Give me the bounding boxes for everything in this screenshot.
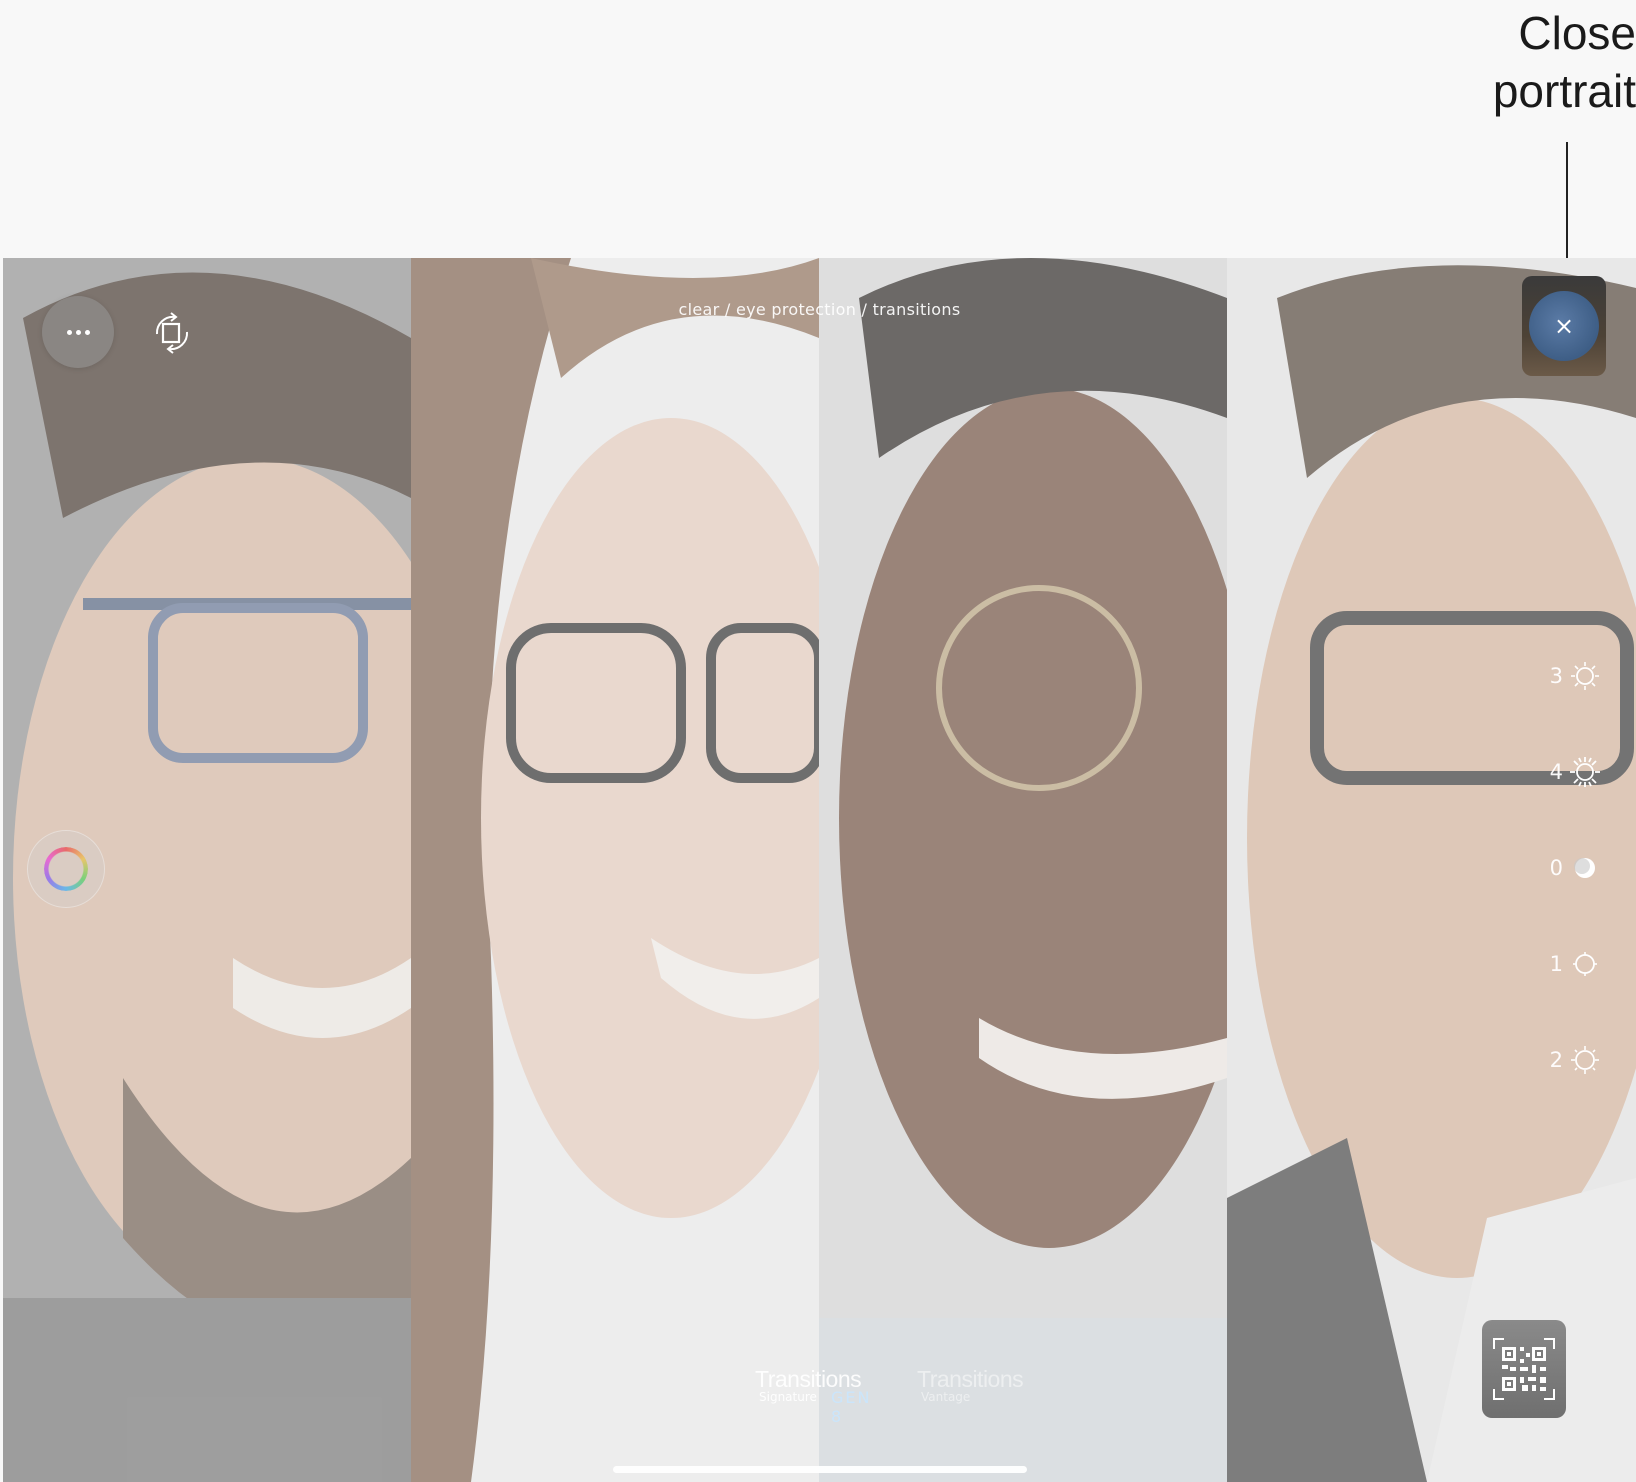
ellipsis-icon-dot bbox=[66, 329, 72, 335]
light-level-value: 4 bbox=[1549, 760, 1563, 784]
sun-medium-icon bbox=[1571, 1046, 1599, 1074]
qr-code-icon bbox=[1493, 1338, 1555, 1400]
portrait-panel-2 bbox=[411, 258, 819, 1482]
portrait-image-2 bbox=[411, 258, 819, 1482]
menu-button[interactable] bbox=[42, 296, 114, 368]
light-level-option-4[interactable]: 4 bbox=[1541, 752, 1611, 792]
callout-line-1: Close bbox=[1518, 7, 1636, 59]
callout-text: Close portrait bbox=[1436, 0, 1636, 120]
color-wheel-icon bbox=[44, 847, 88, 891]
light-level-option-3[interactable]: 3 bbox=[1541, 656, 1611, 696]
callout-line-2: portrait bbox=[1492, 65, 1636, 117]
close-portrait-button[interactable]: × bbox=[1529, 291, 1599, 361]
sun-full-icon bbox=[1570, 757, 1600, 787]
close-portrait-container: × bbox=[1522, 276, 1606, 376]
portrait-image-3 bbox=[819, 258, 1227, 1482]
rotate-device-icon bbox=[155, 312, 189, 354]
brand-logo-signature[interactable]: Transitions Signature GEN 8 bbox=[755, 1366, 869, 1426]
portrait-panel-3 bbox=[819, 258, 1227, 1482]
brand-logos: Transitions Signature GEN 8 Transitions … bbox=[3, 1358, 1636, 1426]
rotate-device-button[interactable] bbox=[149, 310, 195, 356]
light-level-option-0[interactable]: 0 bbox=[1541, 848, 1611, 888]
brand-generation: GEN 8 bbox=[831, 1388, 872, 1426]
brand-name: Transitions bbox=[917, 1366, 1024, 1392]
ellipsis-icon-dot bbox=[75, 329, 81, 335]
color-picker-button[interactable] bbox=[27, 830, 105, 908]
mode-label: clear / eye protection / transitions bbox=[678, 300, 961, 319]
light-level-value: 3 bbox=[1549, 664, 1563, 688]
home-indicator[interactable] bbox=[613, 1466, 1027, 1473]
close-icon: × bbox=[1553, 312, 1575, 340]
light-level-option-2[interactable]: 2 bbox=[1541, 1040, 1611, 1080]
light-level-value: 2 bbox=[1549, 1048, 1563, 1072]
light-level-value: 0 bbox=[1549, 856, 1563, 880]
portrait-comparison-screen: clear / eye protection / transitions × 3 bbox=[3, 258, 1636, 1482]
qr-code-button[interactable] bbox=[1482, 1320, 1566, 1418]
sun-bright-icon bbox=[1571, 662, 1599, 690]
sun-dim-icon bbox=[1573, 952, 1597, 976]
light-level-option-1[interactable]: 1 bbox=[1541, 944, 1611, 984]
ellipsis-icon-dot bbox=[84, 329, 90, 335]
brand-logo-vantage[interactable]: Transitions Vantage bbox=[917, 1366, 1024, 1404]
moon-full-icon bbox=[1574, 858, 1595, 878]
light-level-value: 1 bbox=[1549, 952, 1563, 976]
